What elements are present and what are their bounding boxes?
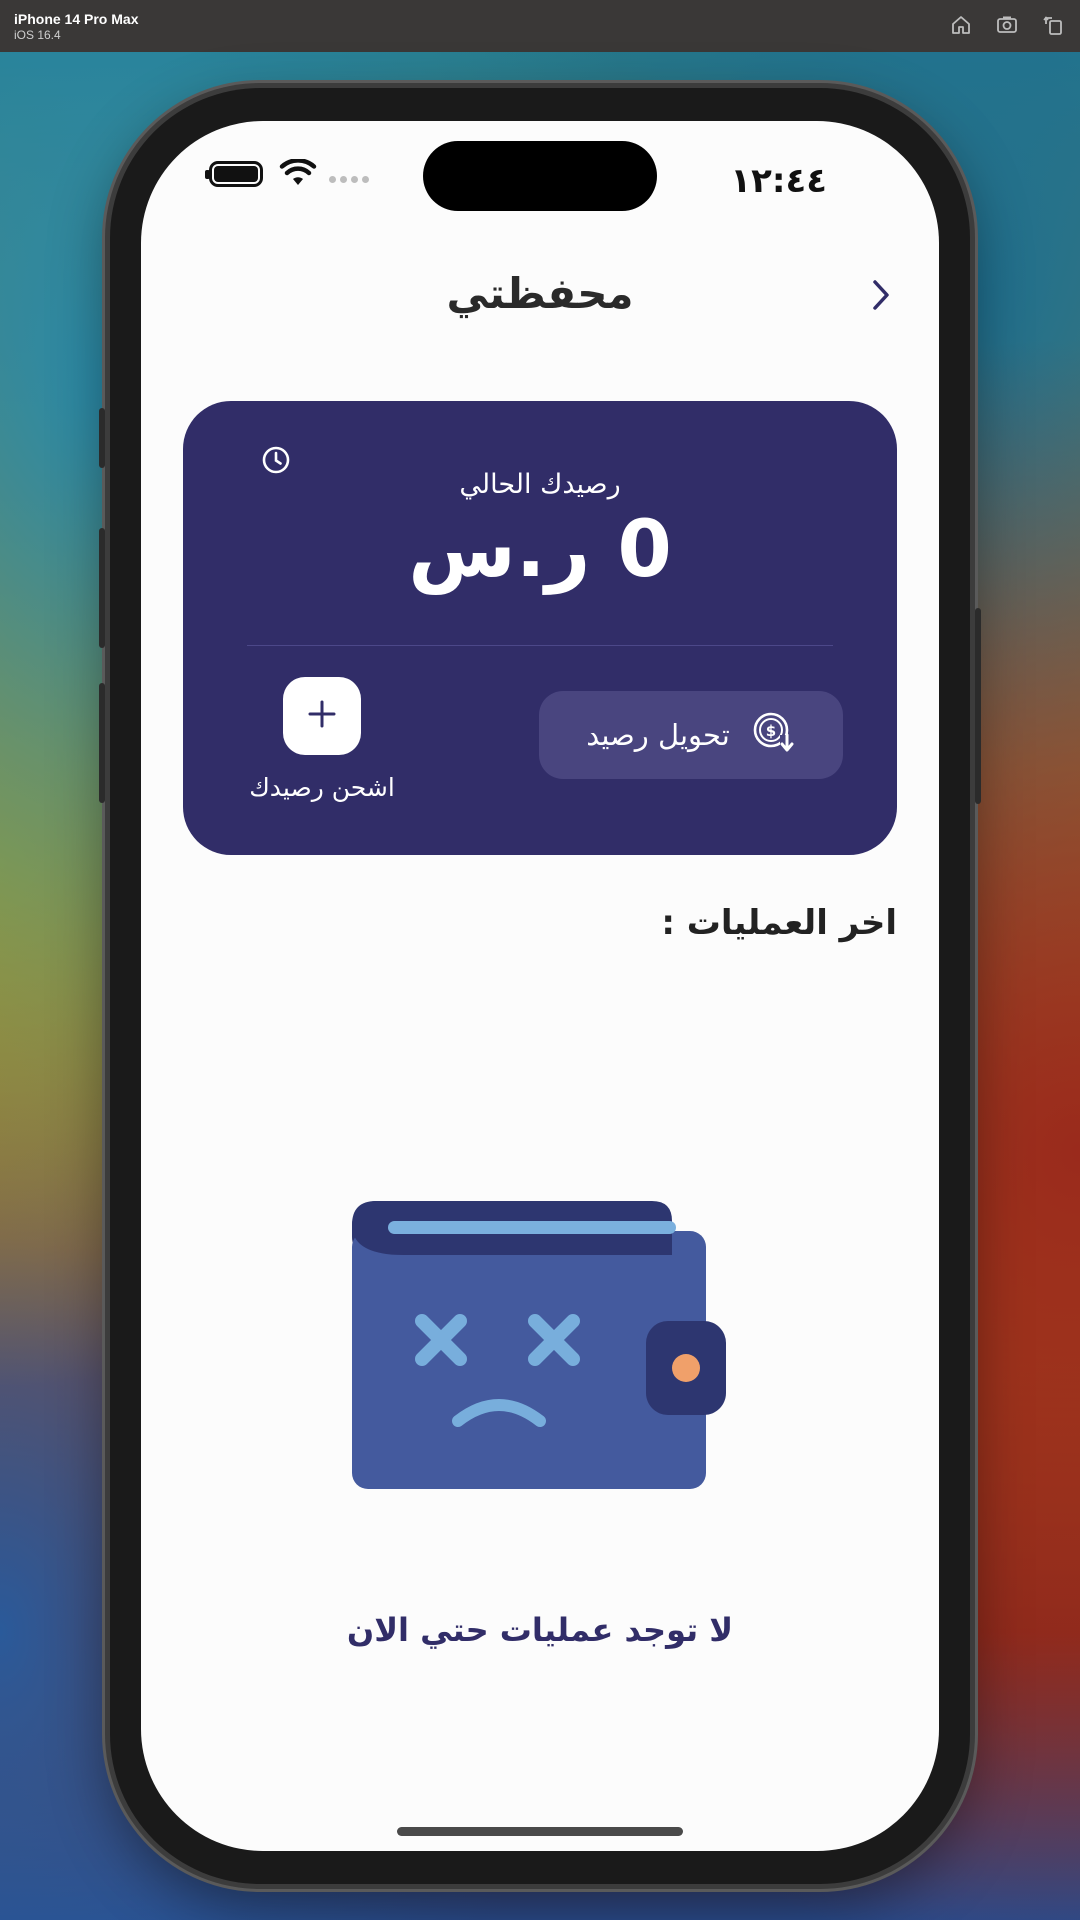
home-indicator[interactable]	[397, 1827, 683, 1836]
svg-text:$: $	[766, 722, 776, 740]
device-name: iPhone 14 Pro Max	[14, 11, 139, 27]
phone-frame: ١٢:٤٤ محفظتي رصيدك الحالي 0 ر.س $ تحويل …	[99, 88, 981, 1884]
battery-icon	[209, 161, 263, 187]
balance-value: 0 ر.س	[408, 505, 672, 595]
cellular-signal-icon	[329, 176, 369, 183]
card-divider	[247, 645, 833, 646]
recharge-button[interactable]	[283, 677, 361, 755]
transfer-balance-button[interactable]: $ تحويل رصيد	[539, 691, 843, 779]
balance-label: رصيدك الحالي	[459, 469, 621, 500]
simulator-toolbar: iPhone 14 Pro Max iOS 16.4	[0, 0, 1080, 52]
dynamic-island	[423, 141, 657, 211]
app-screen: ١٢:٤٤ محفظتي رصيدك الحالي 0 ر.س $ تحويل …	[141, 121, 939, 1851]
os-version: iOS 16.4	[14, 28, 61, 42]
battery-cap	[205, 170, 210, 179]
simulator-actions	[948, 12, 1066, 38]
transactions-title: اخر العمليات :	[661, 903, 897, 943]
volume-down-button	[99, 683, 105, 803]
wallet-balance-card: رصيدك الحالي 0 ر.س $ تحويل رصيد اشحن رصي…	[183, 401, 897, 855]
screenshot-icon[interactable]	[994, 12, 1020, 38]
rotate-icon[interactable]	[1040, 12, 1066, 38]
page-title: محفظتي	[446, 269, 634, 318]
chevron-right-icon[interactable]	[861, 275, 901, 315]
home-icon[interactable]	[948, 12, 974, 38]
power-button	[975, 608, 981, 804]
wifi-icon	[279, 158, 317, 191]
status-time: ١٢:٤٤	[730, 161, 827, 201]
mute-switch	[99, 408, 105, 468]
plus-icon	[307, 699, 337, 733]
sad-wallet-icon	[352, 1201, 728, 1495]
recharge-label[interactable]: اشحن رصيدك	[223, 773, 421, 802]
volume-up-button	[99, 528, 105, 648]
dollar-coin-download-icon: $	[752, 711, 796, 759]
transfer-balance-label: تحويل رصيد	[586, 718, 730, 752]
empty-transactions-message: لا توجد عمليات حتي الان	[346, 1611, 734, 1649]
